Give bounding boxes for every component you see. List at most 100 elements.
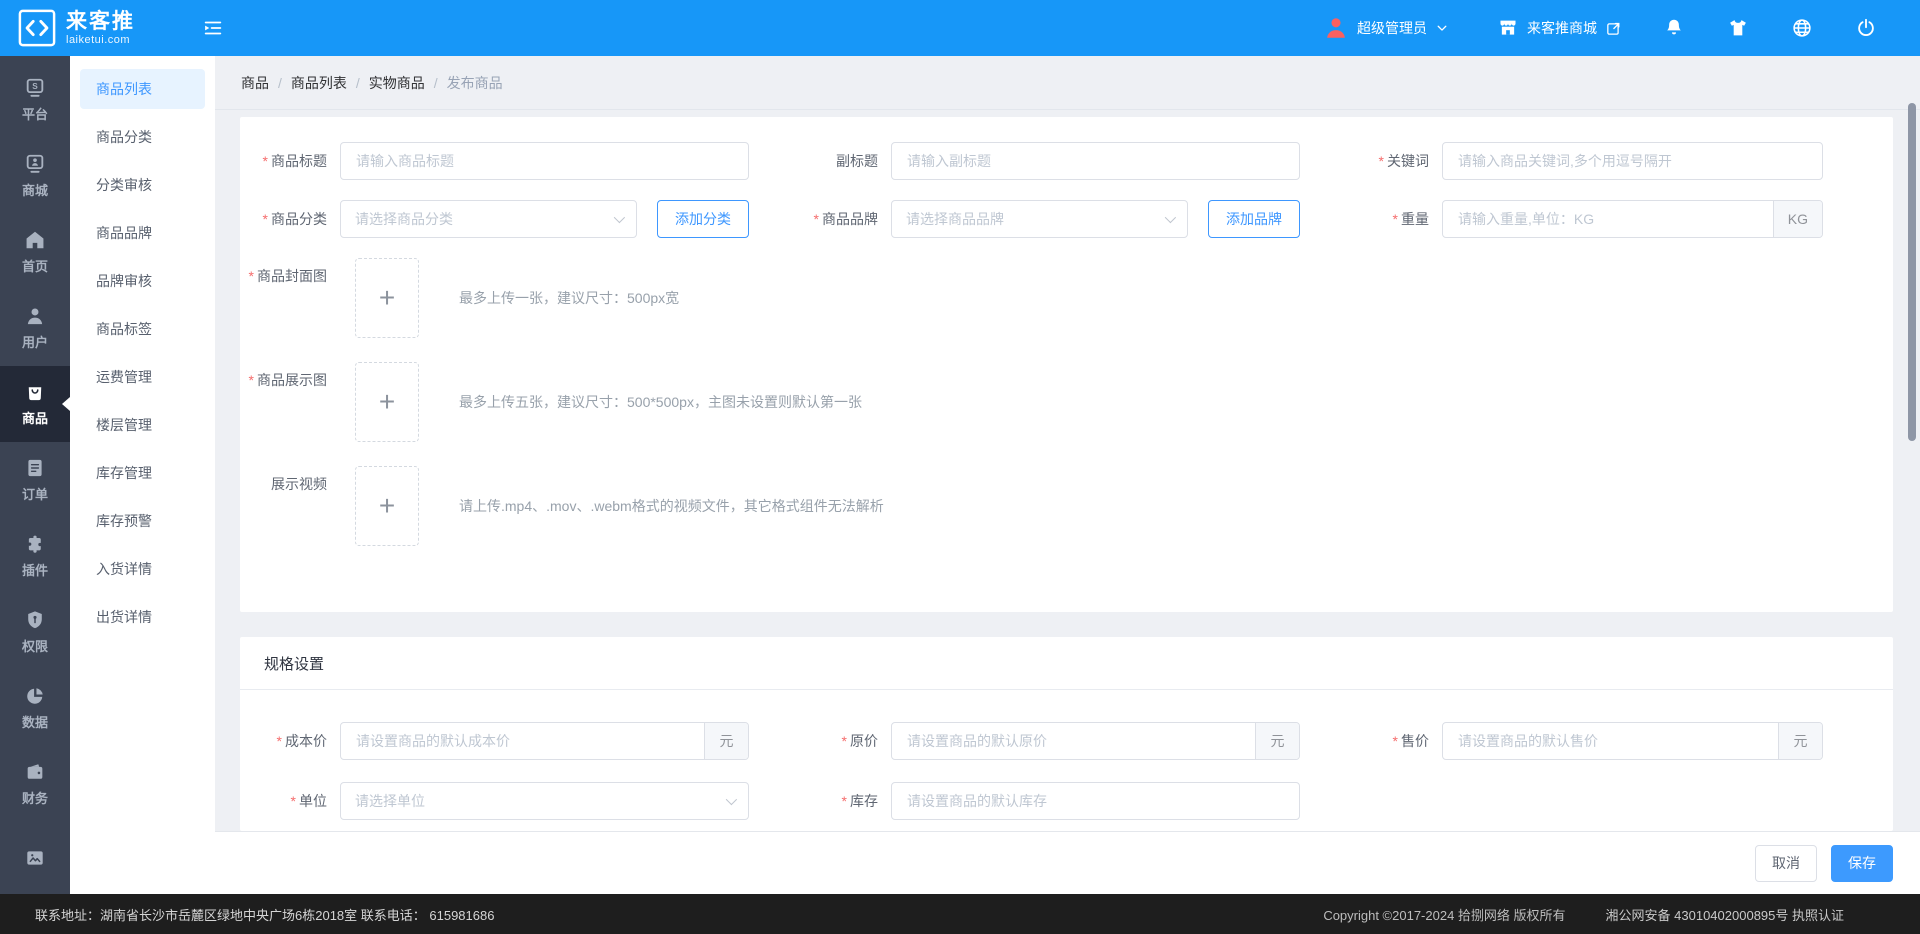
shop-goods-button[interactable] [1726, 16, 1750, 40]
notifications-button[interactable] [1662, 16, 1686, 40]
original-price-label: *原价 [791, 731, 878, 751]
rail-label: 商城 [22, 180, 48, 199]
weight-input[interactable] [1443, 201, 1773, 237]
weight-label: *重量 [1342, 209, 1429, 229]
required-asterisk: * [277, 733, 282, 749]
icon-rail: S 平台 商城 首页 用户 商品 订单 插件 权限 [0, 56, 70, 894]
required-asterisk: * [814, 211, 819, 227]
logo-title: 来客推 [66, 10, 135, 34]
spec-section-title: 规格设置 [240, 637, 1893, 690]
rail-label: 权限 [22, 636, 48, 655]
rail-label: 商品 [22, 408, 48, 427]
sidebar-item-brand-review[interactable]: 品牌审核 [70, 257, 215, 305]
sidebar-item-outbound[interactable]: 出货详情 [70, 593, 215, 641]
footer-beian: 湘公网安备 43010402000895号 执照认证 [1606, 905, 1844, 924]
language-button[interactable] [1790, 16, 1814, 40]
store-icon [1497, 17, 1519, 39]
shield-key-icon [24, 609, 46, 631]
sidebar-item-shipping[interactable]: 运费管理 [70, 353, 215, 401]
category-select[interactable]: 请选择商品分类 [340, 200, 637, 238]
sidebar-item-stock-alert[interactable]: 库存预警 [70, 497, 215, 545]
sidebar-collapse-button[interactable] [202, 17, 224, 39]
add-category-button[interactable]: 添加分类 [657, 200, 749, 238]
video-upload[interactable]: + [355, 466, 419, 546]
breadcrumb-goods-list[interactable]: 商品列表 [291, 73, 347, 93]
breadcrumb-separator: / [278, 75, 282, 91]
sidebar-item-goods-category[interactable]: 商品分类 [70, 113, 215, 161]
cancel-button[interactable]: 取消 [1755, 845, 1817, 882]
cost-price-input[interactable] [341, 723, 704, 759]
title-input[interactable] [340, 142, 749, 180]
sidebar-item-goods-brand[interactable]: 商品品牌 [70, 209, 215, 257]
footer-copyright: Copyright ©2017-2024 拾捌网络 版权所有 [1323, 905, 1565, 924]
stock-input[interactable] [891, 782, 1300, 820]
sidebar-item-floor[interactable]: 楼层管理 [70, 401, 215, 449]
required-asterisk: * [842, 793, 847, 809]
rail-item-plugins[interactable]: 插件 [0, 518, 70, 594]
globe-icon [1791, 17, 1813, 39]
sidebar-item-category-review[interactable]: 分类审核 [70, 161, 215, 209]
stock-label: *库存 [791, 791, 878, 811]
platform-icon: S [24, 77, 46, 99]
cover-image-upload[interactable]: + [355, 258, 419, 338]
footer-contact-info: 联系地址：湖南省长沙市岳麓区绿地中央广场6栋2018室 联系电话： 615981… [35, 905, 1323, 924]
required-asterisk: * [249, 268, 254, 284]
rail-item-orders[interactable]: 订单 [0, 442, 70, 518]
plus-icon: + [379, 284, 395, 312]
user-menu[interactable]: 超级管理员 [1323, 15, 1449, 41]
required-asterisk: * [291, 793, 296, 809]
unit-select[interactable]: 请选择单位 [340, 782, 749, 820]
home-icon [24, 229, 46, 251]
original-price-input[interactable] [892, 723, 1255, 759]
logo-subtitle: laiketui.com [66, 34, 135, 46]
pie-chart-icon [24, 685, 46, 707]
rail-item-home[interactable]: 首页 [0, 214, 70, 290]
required-asterisk: * [263, 153, 268, 169]
puzzle-icon [24, 533, 46, 555]
rail-item-permissions[interactable]: 权限 [0, 594, 70, 670]
rail-item-data[interactable]: 数据 [0, 670, 70, 746]
vertical-scrollbar-thumb[interactable] [1908, 103, 1916, 441]
subtitle-label: 副标题 [791, 151, 878, 171]
breadcrumb-goods[interactable]: 商品 [241, 73, 269, 93]
page-footer: 联系地址：湖南省长沙市岳麓区绿地中央广场6栋2018室 联系电话： 615981… [0, 894, 1920, 934]
plus-icon: + [379, 492, 395, 520]
photo-icon [24, 847, 46, 869]
svg-text:S: S [32, 82, 38, 91]
breadcrumb-separator: / [434, 75, 438, 91]
brand-label: *商品品牌 [791, 209, 878, 229]
power-icon [1855, 17, 1877, 39]
sidebar-item-inbound[interactable]: 入货详情 [70, 545, 215, 593]
weight-unit-suffix: KG [1773, 201, 1822, 237]
required-asterisk: * [1393, 733, 1398, 749]
sale-price-input[interactable] [1443, 723, 1778, 759]
original-price-unit-suffix: 元 [1255, 723, 1299, 759]
mall-link[interactable]: 来客推商城 [1497, 17, 1622, 39]
rail-item-media[interactable] [0, 822, 70, 894]
avatar-icon [1323, 15, 1349, 41]
rail-item-goods[interactable]: 商品 [0, 366, 70, 442]
gallery-images-upload[interactable]: + [355, 362, 419, 442]
sidebar-item-goods-list[interactable]: 商品列表 [70, 65, 215, 113]
save-button[interactable]: 保存 [1831, 845, 1893, 882]
rail-item-users[interactable]: 用户 [0, 290, 70, 366]
breadcrumb-physical-goods[interactable]: 实物商品 [369, 73, 425, 93]
brand-select[interactable]: 请选择商品品牌 [891, 200, 1188, 238]
sidebar-item-stock-mgmt[interactable]: 库存管理 [70, 449, 215, 497]
sidebar-item-goods-tags[interactable]: 商品标签 [70, 305, 215, 353]
logout-button[interactable] [1854, 16, 1878, 40]
external-link-icon [1605, 20, 1622, 37]
keywords-input[interactable] [1442, 142, 1823, 180]
topbar-right: 超级管理员 来客推商城 [1323, 15, 1920, 41]
rail-label: 数据 [22, 712, 48, 731]
subtitle-input[interactable] [891, 142, 1300, 180]
app-logo[interactable]: 来客推 laiketui.com [0, 9, 186, 47]
select-caret-icon [726, 794, 737, 805]
rail-item-platform[interactable]: S 平台 [0, 62, 70, 138]
rail-item-mall[interactable]: 商城 [0, 138, 70, 214]
mall-name-label: 来客推商城 [1527, 18, 1597, 38]
rail-item-finance[interactable]: 财务 [0, 746, 70, 822]
keywords-label: *关键词 [1342, 151, 1429, 171]
main-area: 商品 / 商品列表 / 实物商品 / 发布商品 *商品标题 副标题 [215, 56, 1920, 894]
add-brand-button[interactable]: 添加品牌 [1208, 200, 1300, 238]
